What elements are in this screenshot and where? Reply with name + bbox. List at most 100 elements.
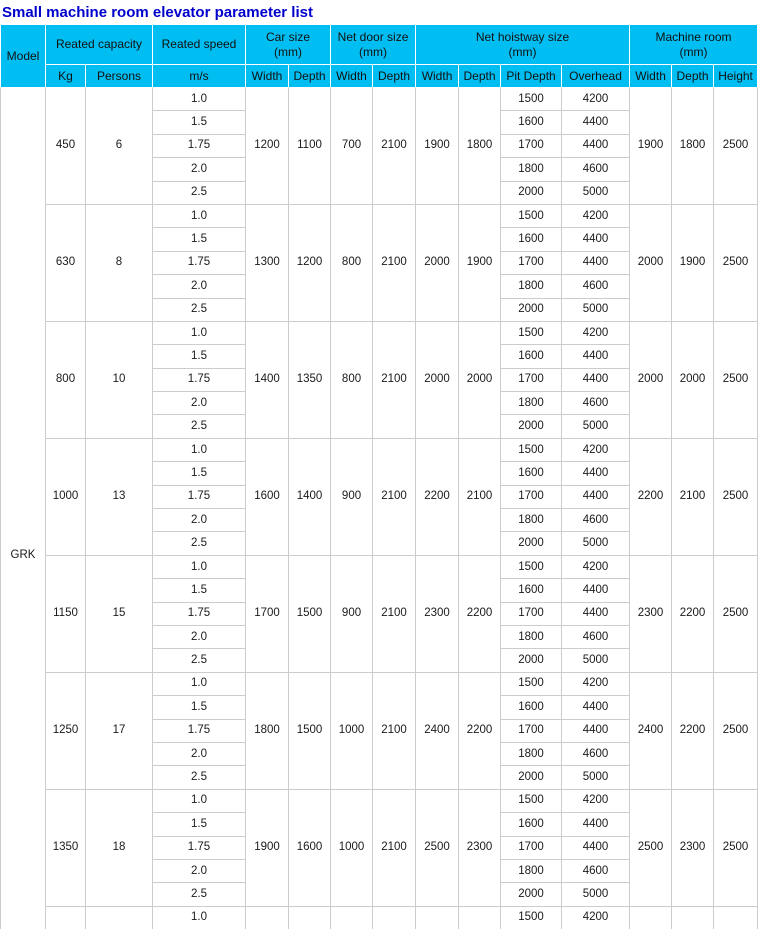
cell-rated-speed: 2.0 <box>152 624 246 650</box>
col-header-car-width: Width <box>245 64 289 88</box>
cell-rated-speed: 1.0 <box>152 86 246 112</box>
col-header-car-depth: Depth <box>287 64 332 88</box>
cell-overhead: 5000 <box>561 882 631 907</box>
table-row: 1350 18 1.0 1900 1600 1000 2100 2500 2300 1500 420… <box>1 788 758 907</box>
page-title: Small machine room elevator parameter li… <box>2 4 313 21</box>
cell-rated-speed: 2.0 <box>152 391 246 416</box>
cell-car-width: 1400 <box>245 320 289 439</box>
cell-room-width: 2200 <box>629 437 673 556</box>
cell-rated-speed: 1.5 <box>152 344 246 369</box>
cell-pit-depth: 1800 <box>500 624 563 650</box>
col-header-net-hoistway-size: Net hoistway size (mm) <box>415 24 631 65</box>
cell-rated-speed: 1.75 <box>152 484 246 510</box>
cell-overhead: 4400 <box>561 110 631 135</box>
table-row: 1600211.02000170011002100260024001500420… <box>1 905 758 929</box>
cell-door-width: 800 <box>330 203 374 322</box>
cell-room-width: 1900 <box>629 87 673 205</box>
cell-room-height: 2500 <box>713 905 758 929</box>
col-header-rated-speed: Reated speed <box>152 24 246 65</box>
cell-pit-depth: 1700 <box>500 601 563 626</box>
cell-pit-depth: 1800 <box>500 508 563 533</box>
cell-rated-speed: 1.75 <box>152 133 246 159</box>
cell-room-depth: 1800 <box>671 87 715 205</box>
cell-overhead: 4200 <box>561 437 631 463</box>
cell-rated-speed: 1.0 <box>152 437 246 463</box>
cell-room-depth: 2200 <box>671 671 715 790</box>
cell-pit-depth: 1500 <box>500 203 563 229</box>
col-header-kg: Kg <box>45 64 86 88</box>
col-header-ms: m/s <box>152 64 246 88</box>
cell-hoist-width: 2000 <box>415 203 460 322</box>
cell-overhead: 5000 <box>561 180 631 205</box>
table-row: 1150 15 1.0 1700 1500 900 2100 2300 2200 1500 4200… <box>1 554 758 673</box>
cell-overhead: 4200 <box>561 788 631 814</box>
cell-overhead: 4400 <box>561 461 631 486</box>
cell-overhead: 4600 <box>561 157 631 182</box>
cell-door-width: 1000 <box>330 788 374 907</box>
cell-rated-speed: 2.5 <box>152 648 246 673</box>
cell-hoist-width: 1900 <box>415 87 460 205</box>
cell-hoist-width: 2600 <box>415 905 460 929</box>
cell-pit-depth: 1600 <box>500 110 563 135</box>
col-header-machine-room: Machine room (mm) <box>629 24 758 65</box>
cell-pit-depth: 1800 <box>500 157 563 182</box>
cell-capacity-kg: 1000 <box>45 437 86 556</box>
cell-rated-speed: 1.0 <box>152 905 246 929</box>
cell-room-depth: 2000 <box>671 320 715 439</box>
cell-overhead: 4200 <box>561 86 631 112</box>
cell-door-depth: 2100 <box>372 788 417 907</box>
cell-pit-depth: 1600 <box>500 812 563 837</box>
col-header-door-width: Width <box>330 64 374 88</box>
cell-hoist-depth: 2100 <box>458 437 502 556</box>
cell-rated-speed: 1.0 <box>152 320 246 346</box>
cell-pit-depth: 1700 <box>500 718 563 743</box>
cell-door-depth: 2100 <box>372 671 417 790</box>
cell-door-depth: 2100 <box>372 554 417 673</box>
cell-capacity-persons: 15 <box>85 554 153 673</box>
cell-pit-depth: 1500 <box>500 86 563 112</box>
cell-rated-speed: 1.5 <box>152 695 246 720</box>
col-header-pit-depth: Pit Depth <box>500 64 563 88</box>
cell-overhead: 4400 <box>561 835 631 860</box>
cell-rated-speed: 2.5 <box>152 765 246 790</box>
page-root: Small machine room elevator parameter li… <box>0 0 758 929</box>
cell-pit-depth: 2000 <box>500 297 563 322</box>
cell-rated-speed: 2.5 <box>152 531 246 556</box>
col-header-rated-capacity: Reated capacity <box>45 24 153 65</box>
cell-rated-speed: 2.0 <box>152 274 246 299</box>
cell-pit-depth: 1700 <box>500 250 563 276</box>
cell-rated-speed: 2.0 <box>152 741 246 767</box>
cell-car-depth: 1700 <box>287 905 332 929</box>
cell-car-depth: 1500 <box>287 554 332 673</box>
cell-room-height: 2500 <box>713 554 758 673</box>
cell-overhead: 5000 <box>561 648 631 673</box>
cell-hoist-depth: 2200 <box>458 554 502 673</box>
cell-room-width: 2300 <box>629 554 673 673</box>
cell-overhead: 4200 <box>561 320 631 346</box>
cell-pit-depth: 2000 <box>500 531 563 556</box>
col-header-car-size: Car size (mm) <box>244 24 332 65</box>
cell-capacity-kg: 450 <box>45 87 86 205</box>
cell-capacity-persons: 6 <box>85 87 153 205</box>
cell-pit-depth: 1700 <box>500 133 563 159</box>
cell-car-depth: 1100 <box>287 87 332 205</box>
cell-overhead: 4600 <box>561 858 631 884</box>
machine-room-unit: (mm) <box>679 44 708 59</box>
col-header-room-depth: Depth <box>671 64 715 88</box>
cell-capacity-persons: 10 <box>85 320 153 439</box>
cell-capacity-kg: 1150 <box>45 554 86 673</box>
cell-rated-speed: 1.0 <box>152 554 246 580</box>
net-hoistway-size-label: Net hoistway size <box>475 29 570 44</box>
cell-pit-depth: 1500 <box>500 554 563 580</box>
cell-hoist-depth: 2200 <box>458 671 502 790</box>
cell-room-depth: 2200 <box>671 554 715 673</box>
cell-rated-speed: 2.5 <box>152 297 246 322</box>
cell-overhead: 5000 <box>561 531 631 556</box>
cell-door-depth: 2100 <box>372 320 417 439</box>
cell-hoist-depth: 1800 <box>458 87 502 205</box>
cell-overhead: 4200 <box>561 203 631 229</box>
cell-pit-depth: 1800 <box>500 858 563 884</box>
cell-capacity-kg: 1250 <box>45 671 86 790</box>
cell-pit-depth: 2000 <box>500 180 563 205</box>
cell-overhead: 4600 <box>561 508 631 533</box>
